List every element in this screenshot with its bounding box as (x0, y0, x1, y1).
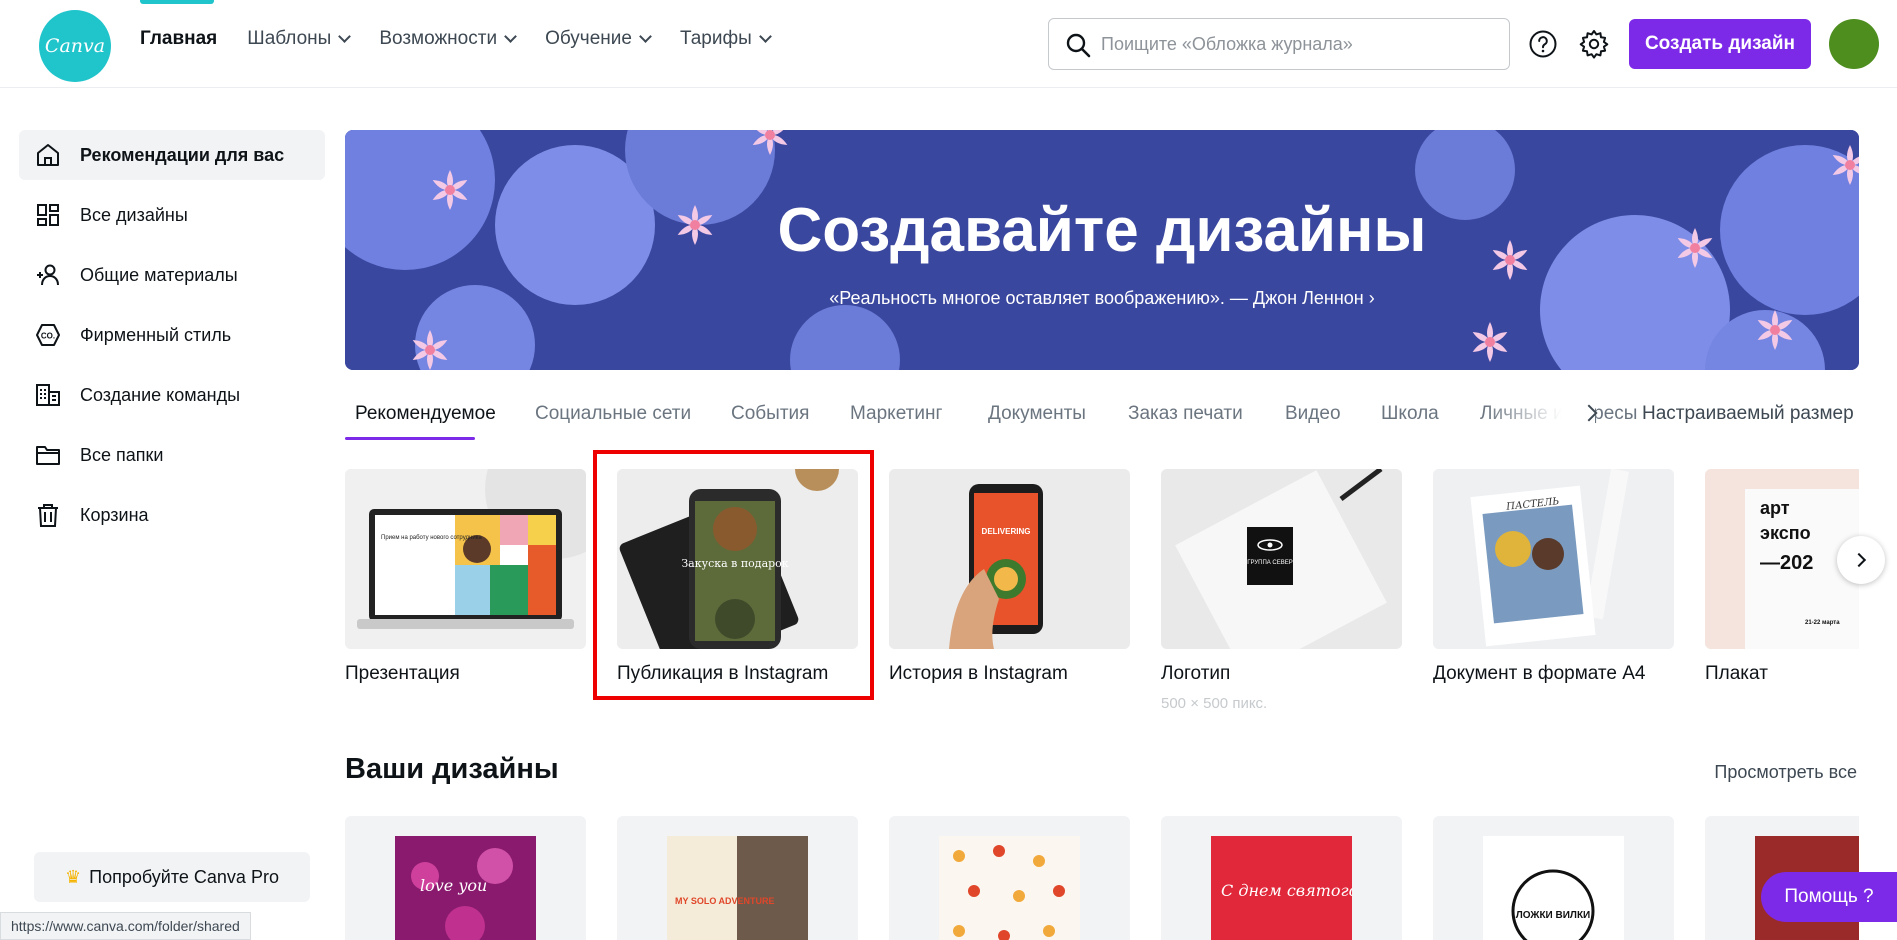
sidebar-item-all-designs[interactable]: Все дизайны (19, 190, 325, 240)
carousel-next-button[interactable] (1837, 536, 1885, 584)
help-button[interactable]: Помощь ? (1761, 872, 1897, 922)
tab-events[interactable]: События (731, 403, 809, 425)
template-card-instagram-story[interactable]: DELIVERING История в Instagram (889, 469, 1130, 685)
sidebar-item-folders[interactable]: Все папки (19, 430, 325, 480)
tab-active-underline (345, 437, 475, 440)
svg-text:—202: —202 (1760, 552, 1813, 574)
search-input[interactable]: Поищите «Обложка журнала» (1048, 18, 1510, 70)
selection-highlight (593, 450, 874, 700)
template-label: Плакат (1705, 663, 1768, 684)
avatar[interactable] (1829, 19, 1879, 69)
crown-icon: ♛ (65, 866, 82, 887)
trash-icon (38, 504, 58, 527)
nav-templates[interactable]: Шаблоны (247, 28, 352, 50)
template-thumbnail: арт экспо —202 21-22 марта (1705, 469, 1859, 649)
chevron-down-icon (504, 30, 517, 43)
chevron-down-icon (758, 30, 772, 43)
hero-title: Создавайте дизайны (777, 196, 1427, 265)
hero-banner: Создавайте дизайны «Реальность многое ос… (345, 130, 1859, 370)
sidebar-item-recommended[interactable]: Рекомендации для вас (19, 130, 325, 180)
template-thumbnail: ПАСТЕЛЬ (1433, 469, 1674, 649)
svg-text:ЛОЖКИ ВИЛКИ: ЛОЖКИ ВИЛКИ (1516, 910, 1591, 921)
try-pro-button[interactable]: ♛ Попробуйте Canva Pro (34, 852, 310, 902)
svg-text:экспо: экспо (1760, 523, 1811, 543)
brand-kit-icon: CO. (36, 324, 60, 346)
chevron-right-icon (1851, 552, 1867, 568)
template-thumbnail: Прием на работу нового сотрудника (345, 469, 586, 649)
canva-logo[interactable]: Canva (39, 10, 111, 82)
tab-documents[interactable]: Документы (988, 403, 1086, 425)
template-carousel: Прием на работу нового сотрудника Презен… (345, 469, 1859, 719)
folder-icon (36, 446, 60, 465)
template-thumbnail: ГРУППА СЕВЕР (1161, 469, 1402, 649)
svg-text:ГРУППА СЕВЕР: ГРУППА СЕВЕР (1247, 560, 1293, 566)
sidebar-item-brand-kit[interactable]: CO. Фирменный стиль (19, 310, 325, 360)
template-label: История в Instagram (889, 663, 1068, 684)
tab-school[interactable]: Школа (1381, 403, 1439, 425)
svg-text:DELIVERING: DELIVERING (982, 527, 1031, 536)
svg-text:21-22 марта: 21-22 марта (1805, 620, 1840, 626)
sidebar-item-team[interactable]: Создание команды (19, 370, 325, 420)
grid-icon (37, 204, 59, 226)
design-card[interactable]: love you (345, 816, 586, 940)
team-icon (36, 384, 60, 406)
tab-marketing[interactable]: Маркетинг (850, 403, 942, 425)
template-label: Логотип (1161, 663, 1231, 684)
see-all-link[interactable]: Просмотреть все (1714, 762, 1857, 783)
nav-pricing[interactable]: Тарифы (680, 28, 772, 50)
template-card-a4-document[interactable]: ПАСТЕЛЬ Документ в формате A4 (1433, 469, 1674, 685)
search-placeholder: Поищите «Обложка журнала» (1101, 33, 1353, 54)
svg-text:С днем святого Валентина: С днем святого Валентина (1221, 881, 1352, 900)
nav-features[interactable]: Возможности (379, 28, 517, 50)
template-thumbnail: DELIVERING (889, 469, 1130, 649)
sidebar-item-trash[interactable]: Корзина (19, 490, 325, 540)
top-header: Canva Главная Шаблоны Возможности Обучен… (0, 0, 1897, 88)
chevron-down-icon (639, 30, 652, 43)
people-icon (37, 264, 59, 286)
active-nav-indicator (140, 0, 214, 4)
nav-home[interactable]: Главная (140, 28, 217, 50)
svg-text:CO.: CO. (41, 332, 55, 341)
home-icon (37, 144, 59, 166)
status-url: https://www.canva.com/folder/shared (0, 912, 251, 940)
sidebar-item-shared[interactable]: Общие материалы (19, 250, 325, 300)
tab-recommended[interactable]: Рекомендуемое (355, 403, 496, 425)
svg-text:MY SOLO ADVENTURE: MY SOLO ADVENTURE (675, 896, 775, 906)
svg-text:арт: арт (1760, 498, 1790, 518)
design-card[interactable]: MY SOLO ADVENTURE (617, 816, 858, 940)
custom-size-button[interactable]: Настраиваемый размер (1642, 403, 1854, 425)
main-nav: Главная Шаблоны Возможности Обучение Тар… (140, 28, 772, 50)
template-card-logo[interactable]: ГРУППА СЕВЕР Логотип 500 × 500 пикс. (1161, 469, 1402, 712)
hero-quote-link[interactable]: «Реальность многое оставляет воображению… (345, 288, 1859, 309)
template-card-poster[interactable]: арт экспо —202 21-22 марта Плакат (1705, 469, 1859, 685)
sidebar: Рекомендации для вас Все дизайны Общие м… (0, 88, 345, 940)
your-designs-row: love you MY SOLO ADVENTURE С днем святог… (345, 816, 1859, 940)
tab-print[interactable]: Заказ печати (1128, 403, 1243, 425)
svg-text:Прием на работу нового сотрудн: Прием на работу нового сотрудника (381, 535, 482, 541)
create-design-button[interactable]: Создать дизайн (1629, 19, 1811, 69)
chevron-down-icon (338, 30, 352, 43)
tab-social[interactable]: Социальные сети (535, 403, 691, 425)
your-designs-title: Ваши дизайны (345, 753, 559, 785)
tab-video[interactable]: Видео (1285, 403, 1341, 425)
question-circle-icon[interactable] (1526, 27, 1560, 61)
category-tabs: Рекомендуемое Социальные сети События Ма… (345, 395, 1859, 445)
design-card[interactable] (889, 816, 1130, 940)
template-label: Документ в формате A4 (1433, 663, 1646, 684)
nav-learn[interactable]: Обучение (545, 28, 652, 50)
template-card-presentation[interactable]: Прием на работу нового сотрудника Презен… (345, 469, 586, 685)
template-label: Презентация (345, 663, 460, 684)
search-icon (1066, 33, 1091, 58)
template-size: 500 × 500 пикс. (1161, 695, 1268, 712)
design-card[interactable]: ЛОЖКИ ВИЛКИ (1433, 816, 1674, 940)
design-card[interactable]: С днем святого Валентина (1161, 816, 1402, 940)
svg-text:love you: love you (420, 876, 487, 895)
gear-icon[interactable] (1577, 27, 1611, 61)
